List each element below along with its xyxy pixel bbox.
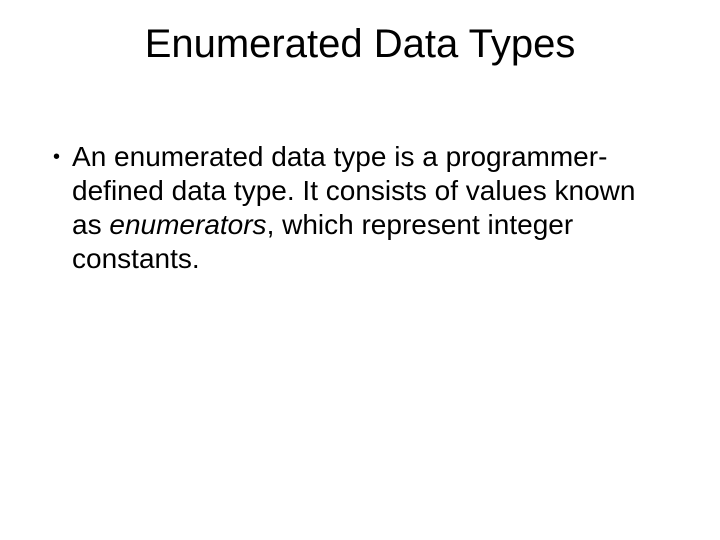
slide-body: • An enumerated data type is a programme… (55, 140, 665, 276)
slide: Enumerated Data Types • An enumerated da… (0, 0, 720, 540)
slide-title: Enumerated Data Types (0, 22, 720, 67)
bullet-text-em: enumerators (109, 209, 266, 240)
bullet-dot-icon: • (53, 140, 60, 174)
bullet-text: An enumerated data type is a programmer-… (72, 140, 665, 276)
bullet-item: • An enumerated data type is a programme… (55, 140, 665, 276)
